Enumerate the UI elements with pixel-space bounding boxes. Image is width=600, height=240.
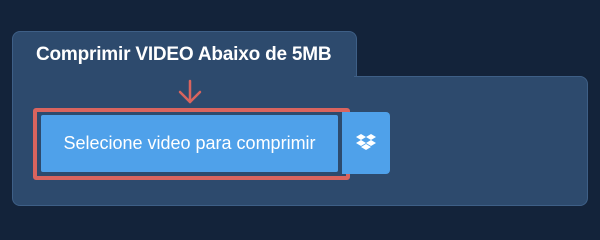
panel-title: Comprimir VIDEO Abaixo de 5MB	[36, 44, 332, 65]
dropbox-icon	[356, 134, 376, 150]
select-video-button[interactable]: Selecione video para comprimir	[41, 115, 338, 172]
page: Comprimir VIDEO Abaixo de 5MB Selecione …	[0, 0, 600, 230]
arrow-down-icon	[178, 79, 202, 104]
dropbox-button[interactable]	[342, 112, 390, 174]
